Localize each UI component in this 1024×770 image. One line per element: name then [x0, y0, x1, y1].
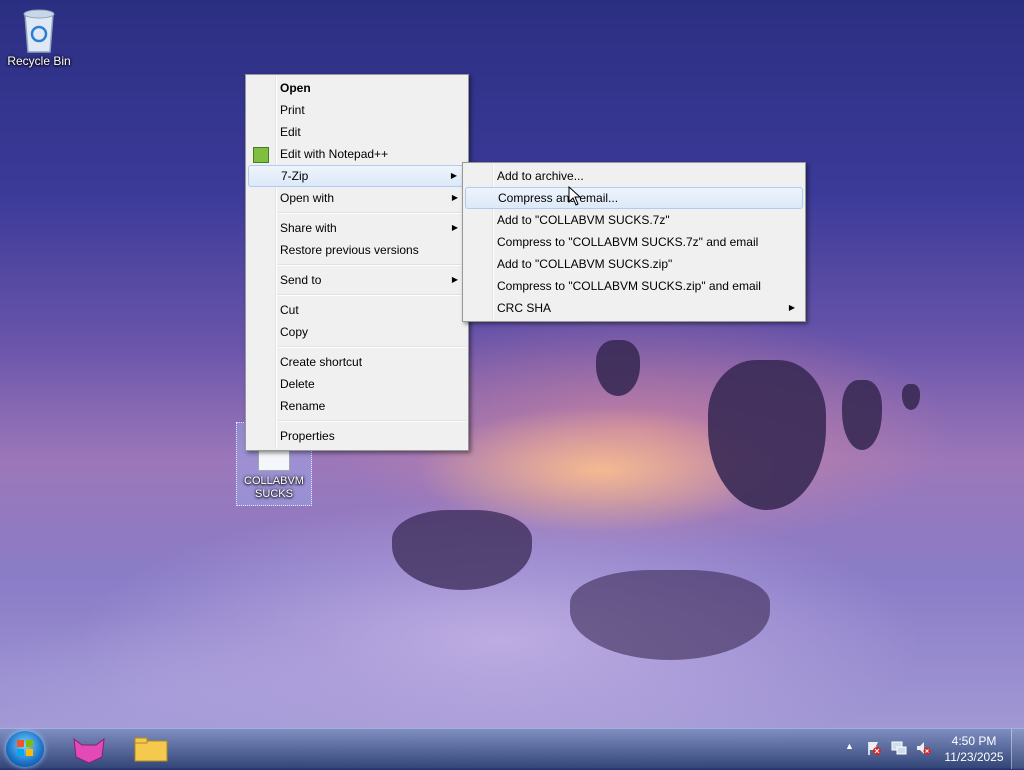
menu-item-label: Edit: [280, 125, 301, 139]
notepadpp-icon: [253, 147, 269, 163]
context-menu: Open Print Edit Edit with Notepad++ 7-Zi…: [245, 74, 469, 451]
volume-muted-icon[interactable]: [915, 740, 931, 756]
menu-item-label: Compress to "COLLABVM SUCKS.zip" and ema…: [497, 279, 761, 293]
folder-icon: [134, 737, 168, 762]
floating-island-bottom-right: [570, 570, 770, 660]
menu-item-label: Open with: [280, 191, 335, 205]
submenu-item-add-to-7z[interactable]: Add to "COLLABVM SUCKS.7z": [465, 209, 803, 231]
floating-island-tiny: [902, 384, 920, 410]
submenu-item-add-to-zip[interactable]: Add to "COLLABVM SUCKS.zip": [465, 253, 803, 275]
menu-item-label: Delete: [280, 377, 315, 391]
start-button[interactable]: [6, 731, 44, 767]
submenu-arrow-icon: ▶: [451, 193, 458, 202]
menu-item-send-to[interactable]: Send to ▶: [248, 269, 466, 291]
submenu-arrow-icon: ▶: [451, 223, 458, 232]
desktop-wallpaper: [0, 0, 1024, 728]
menu-item-label: Compress and email...: [498, 191, 619, 205]
floating-island-bottom: [392, 510, 532, 590]
trash-bin-icon: [23, 9, 55, 53]
recycle-bin-label: Recycle Bin: [7, 54, 71, 68]
submenu-item-compress-zip-email[interactable]: Compress to "COLLABVM SUCKS.zip" and ema…: [465, 275, 803, 297]
collabvm-app-icon[interactable]: [70, 733, 108, 765]
network-icon[interactable]: [891, 740, 907, 756]
submenu-arrow-icon: ▶: [788, 303, 795, 312]
menu-item-properties[interactable]: Properties: [248, 425, 466, 447]
clock-time: 4:50 PM: [951, 734, 997, 748]
menu-separator: [278, 346, 466, 348]
submenu-arrow-icon: ▶: [451, 275, 458, 284]
submenu-arrow-icon: ▶: [450, 171, 457, 180]
menu-separator: [278, 212, 466, 214]
cat-logo-icon: [73, 737, 105, 764]
menu-item-label: Print: [280, 103, 305, 117]
menu-item-label: Send to: [280, 273, 322, 287]
menu-item-label: 7-Zip: [281, 169, 309, 183]
action-center-flag-icon[interactable]: [866, 740, 882, 756]
menu-item-label: Rename: [280, 399, 326, 413]
menu-separator: [278, 264, 466, 266]
menu-item-open[interactable]: Open: [248, 77, 466, 99]
menu-item-share-with[interactable]: Share with ▶: [248, 217, 466, 239]
menu-item-restore-previous[interactable]: Restore previous versions: [248, 239, 466, 261]
show-desktop-button[interactable]: [1011, 729, 1024, 769]
windows-logo-icon: [17, 740, 33, 756]
windows-explorer-icon[interactable]: [132, 733, 170, 765]
menu-item-rename[interactable]: Rename: [248, 395, 466, 417]
menu-item-label: Open: [280, 81, 311, 95]
menu-item-edit-notepadpp[interactable]: Edit with Notepad++: [248, 143, 466, 165]
7zip-submenu: Add to archive... Compress and email... …: [462, 162, 806, 322]
floating-island-large: [708, 360, 826, 510]
floating-island-small: [596, 340, 640, 396]
menu-item-label: Edit with Notepad++: [280, 147, 389, 161]
menu-item-label: Compress to "COLLABVM SUCKS.7z" and emai…: [497, 235, 759, 249]
file-icon-label: COLLABVM SUCKS: [244, 475, 304, 500]
taskbar: ▲ 4:50 PM 11/23/2025: [0, 728, 1024, 769]
show-hidden-icons-button[interactable]: ▲: [845, 741, 854, 751]
menu-item-label: Cut: [280, 303, 299, 317]
menu-item-create-shortcut[interactable]: Create shortcut: [248, 351, 466, 373]
menu-item-copy[interactable]: Copy: [248, 321, 466, 343]
menu-item-label: Properties: [280, 429, 335, 443]
menu-item-label: Add to "COLLABVM SUCKS.7z": [497, 213, 670, 227]
mouse-cursor-icon: [568, 186, 582, 206]
menu-item-cut[interactable]: Cut: [248, 299, 466, 321]
clock[interactable]: 4:50 PM 11/23/2025: [938, 733, 1010, 765]
submenu-item-compress-7z-email[interactable]: Compress to "COLLABVM SUCKS.7z" and emai…: [465, 231, 803, 253]
menu-separator: [278, 420, 466, 422]
clock-date: 11/23/2025: [944, 750, 1004, 764]
menu-item-print[interactable]: Print: [248, 99, 466, 121]
menu-separator: [278, 294, 466, 296]
submenu-item-add-to-archive[interactable]: Add to archive...: [465, 165, 803, 187]
recycle-bin-icon[interactable]: Recycle Bin: [4, 6, 74, 68]
menu-item-edit[interactable]: Edit: [248, 121, 466, 143]
menu-item-open-with[interactable]: Open with ▶: [248, 187, 466, 209]
submenu-item-crc-sha[interactable]: CRC SHA ▶: [465, 297, 803, 319]
floating-island-right: [842, 380, 882, 450]
menu-item-label: Add to "COLLABVM SUCKS.zip": [497, 257, 673, 271]
menu-item-label: Copy: [280, 325, 309, 339]
menu-item-label: CRC SHA: [497, 301, 552, 315]
menu-item-label: Restore previous versions: [280, 243, 419, 257]
menu-item-7zip[interactable]: 7-Zip ▶: [248, 165, 466, 187]
submenu-item-compress-and-email[interactable]: Compress and email...: [465, 187, 803, 209]
menu-item-label: Add to archive...: [497, 169, 584, 183]
menu-item-delete[interactable]: Delete: [248, 373, 466, 395]
menu-item-label: Share with: [280, 221, 337, 235]
menu-item-label: Create shortcut: [280, 355, 363, 369]
